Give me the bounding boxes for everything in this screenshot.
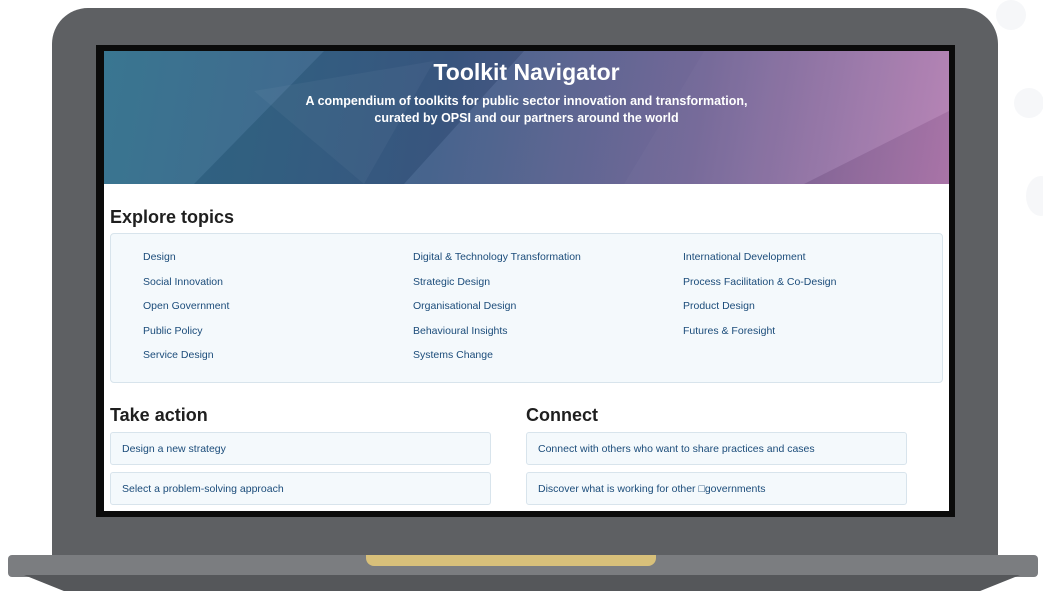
topic-link-futures-foresight[interactable]: Futures & Foresight <box>683 325 836 350</box>
topic-link-strategic-design[interactable]: Strategic Design <box>413 276 581 301</box>
action-card-design-strategy[interactable]: Design a new strategy <box>110 432 491 465</box>
take-action-heading: Take action <box>110 405 208 425</box>
topic-link-product-design[interactable]: Product Design <box>683 300 836 325</box>
topic-link-social-innovation[interactable]: Social Innovation <box>143 276 229 301</box>
topics-column: International Development Process Facili… <box>683 251 836 349</box>
topic-link-open-government[interactable]: Open Government <box>143 300 229 325</box>
explore-topics-heading: Explore topics <box>110 207 235 227</box>
subtitle-line: A compendium of toolkits for public sect… <box>305 94 748 108</box>
topics-column: Design Social Innovation Open Government… <box>143 251 229 374</box>
page-subtitle: A compendium of toolkits for public sect… <box>104 93 949 127</box>
background-decoration <box>1026 176 1043 216</box>
topic-link-international-development[interactable]: International Development <box>683 251 836 276</box>
subtitle-line: curated by OPSI and our partners around … <box>374 111 679 125</box>
topic-link-service-design[interactable]: Service Design <box>143 349 229 374</box>
topic-link-process-facilitation[interactable]: Process Facilitation & Co-Design <box>683 276 836 301</box>
topic-link-behavioural-insights[interactable]: Behavioural Insights <box>413 325 581 350</box>
topics-panel: Design Social Innovation Open Government… <box>110 233 943 383</box>
connect-card-share-practices[interactable]: Connect with others who want to share pr… <box>526 432 907 465</box>
topic-link-public-policy[interactable]: Public Policy <box>143 325 229 350</box>
background-decoration <box>996 0 1026 30</box>
topic-link-systems-change[interactable]: Systems Change <box>413 349 581 374</box>
page-title: Toolkit Navigator <box>433 59 620 85</box>
laptop-hinge-notch <box>366 555 656 566</box>
action-card-problem-solving[interactable]: Select a problem-solving approach <box>110 472 491 505</box>
laptop-base-edge <box>24 575 1020 591</box>
browser-viewport: Toolkit Navigator A compendium of toolki… <box>104 51 949 511</box>
topic-link-design[interactable]: Design <box>143 251 229 276</box>
connect-heading: Connect <box>526 405 598 425</box>
topic-link-digital-technology[interactable]: Digital & Technology Transformation <box>413 251 581 276</box>
topic-link-organisational-design[interactable]: Organisational Design <box>413 300 581 325</box>
background-decoration <box>1014 88 1043 118</box>
hero-banner: Toolkit Navigator A compendium of toolki… <box>104 51 949 184</box>
connect-card-discover-governments[interactable]: Discover what is working for other □gove… <box>526 472 907 505</box>
topics-column: Digital & Technology Transformation Stra… <box>413 251 581 374</box>
